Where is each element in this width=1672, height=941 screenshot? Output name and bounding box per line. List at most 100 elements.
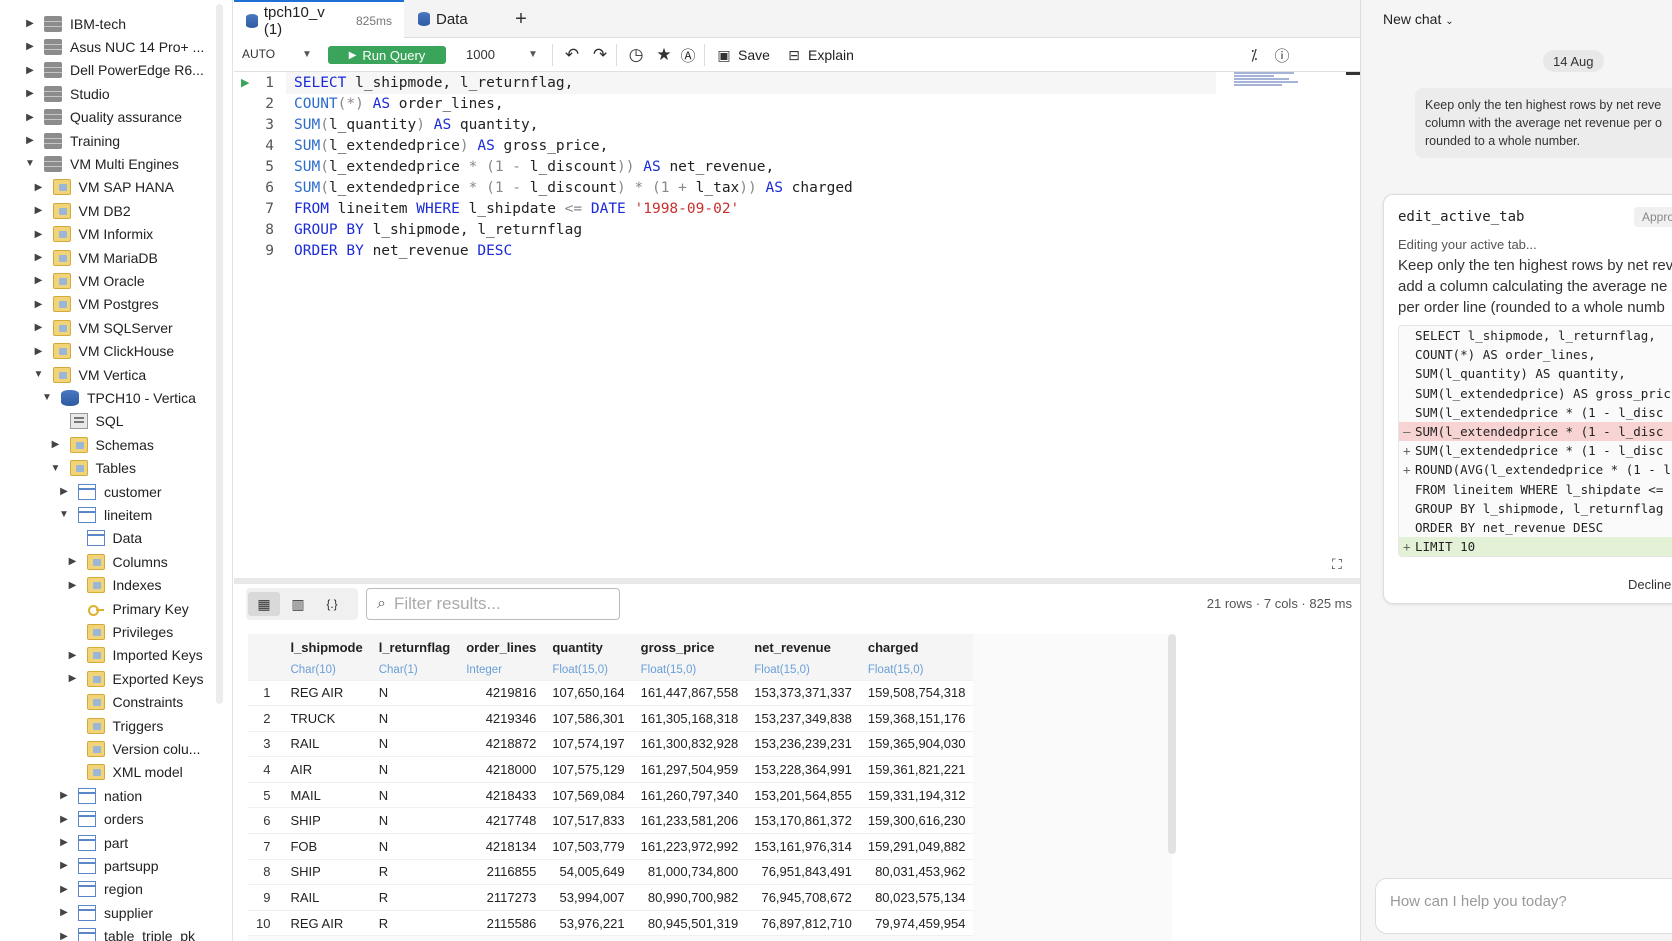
table-cell[interactable]: 54,005,649: [544, 859, 633, 886]
table-row[interactable]: 7 FOB N 4218134 107,503,779 161,223,972,992 15…: [248, 833, 974, 860]
transaction-mode[interactable]: AUTO: [242, 47, 275, 61]
table-cell[interactable]: N: [370, 807, 459, 835]
undo-icon[interactable]: ↶: [562, 45, 582, 65]
tree-item[interactable]: ▶ Dell PowerEdge R6...: [24, 59, 204, 82]
table-cell[interactable]: N: [370, 731, 459, 758]
tree-item[interactable]: ▶ Quality assurance: [24, 106, 182, 129]
tree-item[interactable]: ▶ part: [58, 831, 128, 854]
editor-scrollbar[interactable]: [1346, 72, 1360, 75]
table-row[interactable]: 6 SHIP N 4217748 107,517,833 161,233,581,206 1…: [248, 807, 974, 835]
explain-button[interactable]: Explain: [808, 47, 854, 63]
table-cell[interactable]: 80,945,501,319: [632, 910, 747, 937]
collapse-icon[interactable]: ▼: [50, 462, 62, 474]
table-row[interactable]: 4 AIR N 4218000 107,575,129 161,297,504,959 15…: [248, 756, 974, 783]
tree-item[interactable]: ▼ VM Vertica: [33, 363, 146, 386]
tree-item[interactable]: ▶ customer: [58, 480, 162, 503]
table-cell[interactable]: 153,373,371,337: [746, 680, 860, 707]
explain-icon[interactable]: ⊟: [784, 45, 804, 65]
table-cell[interactable]: RAIL: [282, 884, 371, 911]
expand-icon[interactable]: ▶: [24, 111, 36, 123]
table-cell[interactable]: 153,228,364,991: [746, 756, 860, 783]
collapse-icon[interactable]: ▼: [41, 392, 53, 404]
format-icon[interactable]: Ⓐ: [678, 45, 698, 65]
row-number[interactable]: 2: [248, 705, 283, 732]
json-view-icon[interactable]: {.}: [316, 592, 348, 616]
expand-icon[interactable]: ▶: [58, 813, 70, 825]
tree-item[interactable]: Version colu...: [67, 737, 200, 760]
expand-icon[interactable]: ▶: [33, 275, 45, 287]
magic-wand-icon[interactable]: ⁒: [1244, 45, 1264, 65]
table-cell[interactable]: 79,974,459,954: [859, 910, 974, 937]
expand-icon[interactable]: ▶: [67, 649, 79, 661]
table-cell[interactable]: 153,161,976,314: [746, 833, 860, 860]
table-cell[interactable]: REG AIR: [282, 910, 371, 937]
approve-button[interactable]: Appro: [1634, 207, 1672, 227]
tree-item[interactable]: SQL: [50, 410, 124, 433]
table-cell[interactable]: 76,951,843,491: [746, 859, 860, 886]
table-cell[interactable]: 159,365,904,030: [859, 731, 974, 758]
table-cell[interactable]: 80,031,453,962: [859, 859, 974, 886]
table-cell[interactable]: 159,368,151,176: [859, 705, 974, 732]
expand-icon[interactable]: ▶: [24, 18, 36, 30]
table-cell[interactable]: 159,361,821,221: [859, 756, 974, 783]
table-cell[interactable]: 159,508,754,318: [859, 680, 974, 707]
add-tab-icon[interactable]: +: [506, 0, 536, 38]
table-row[interactable]: 3 RAIL N 4218872 107,574,197 161,300,832,928 1…: [248, 731, 974, 758]
expand-icon[interactable]: ▶: [24, 41, 36, 53]
expand-icon[interactable]: ▶: [24, 64, 36, 76]
tree-item[interactable]: ▶ VM Informix: [33, 223, 153, 246]
table-row[interactable]: 8 SHIP R 2116855 54,005,649 81,000,734,800 76,…: [248, 859, 974, 886]
tree-item[interactable]: Constraints: [67, 691, 183, 714]
table-cell[interactable]: 81,000,734,800: [632, 859, 747, 886]
table-cell[interactable]: REG AIR: [282, 680, 371, 707]
table-cell[interactable]: SHIP: [282, 859, 371, 886]
table-cell[interactable]: RAIL: [282, 731, 371, 758]
row-number[interactable]: 6: [248, 807, 283, 835]
expand-icon[interactable]: ▶: [67, 579, 79, 591]
tree-item[interactable]: ▶ VM DB2: [33, 199, 131, 222]
decline-button[interactable]: Decline: [1628, 577, 1671, 592]
row-number[interactable]: 8: [248, 859, 283, 886]
tree-item[interactable]: ▶ VM SAP HANA: [33, 176, 174, 199]
table-cell[interactable]: N: [370, 680, 459, 707]
new-chat-button[interactable]: New chat ⌄: [1383, 11, 1454, 27]
table-cell[interactable]: 161,297,504,959: [632, 756, 747, 783]
tree-item[interactable]: Triggers: [67, 714, 163, 737]
sql-editor[interactable]: ▶ ⛶ 1 SELECT l_shipmode, l_returnflag, 2 CO…: [234, 72, 1360, 578]
tree-item[interactable]: ▶ Indexes: [67, 574, 162, 597]
collapse-icon[interactable]: ▼: [24, 158, 36, 170]
table-cell[interactable]: 4218000: [458, 756, 545, 783]
expand-icon[interactable]: ▶: [58, 883, 70, 895]
tab-data[interactable]: Data: [406, 0, 506, 38]
redo-icon[interactable]: ↷: [590, 45, 610, 65]
table-cell[interactable]: 153,236,239,231: [746, 731, 860, 758]
save-icon[interactable]: ▣: [714, 45, 734, 65]
table-cell[interactable]: 161,447,867,558: [632, 680, 747, 707]
column-header[interactable]: l_returnflag: [370, 634, 459, 660]
tree-item[interactable]: ▶ Columns: [67, 550, 168, 573]
table-cell[interactable]: SHIP: [282, 807, 371, 835]
table-cell[interactable]: 159,291,049,882: [859, 833, 974, 860]
history-icon[interactable]: ◷: [626, 45, 646, 65]
row-number[interactable]: 10: [248, 910, 283, 937]
expand-icon[interactable]: ▶: [50, 439, 62, 451]
expand-icon[interactable]: ▶: [58, 486, 70, 498]
table-cell[interactable]: 4219346: [458, 705, 545, 732]
column-header[interactable]: gross_price: [632, 634, 747, 660]
editor-minimap[interactable]: [1234, 72, 1304, 92]
expand-icon[interactable]: ▶: [58, 860, 70, 872]
tree-item[interactable]: ▶ orders: [58, 808, 144, 831]
expand-icon[interactable]: ▶: [33, 322, 45, 334]
row-limit[interactable]: 1000: [466, 47, 495, 62]
table-cell[interactable]: N: [370, 756, 459, 783]
tree-item[interactable]: Privileges: [67, 620, 173, 643]
table-cell[interactable]: 161,305,168,318: [632, 705, 747, 732]
chevron-down-icon[interactable]: ▼: [302, 49, 312, 60]
table-cell[interactable]: 107,650,164: [544, 680, 633, 707]
save-button[interactable]: Save: [738, 47, 770, 63]
table-row[interactable]: 1 REG AIR N 4219816 107,650,164 161,447,867,5…: [248, 680, 974, 707]
table-cell[interactable]: 53,994,007: [544, 884, 633, 911]
table-cell[interactable]: R: [370, 884, 459, 911]
tree-item[interactable]: ▶ IBM-tech: [24, 12, 126, 35]
table-cell[interactable]: 107,517,833: [544, 807, 633, 835]
